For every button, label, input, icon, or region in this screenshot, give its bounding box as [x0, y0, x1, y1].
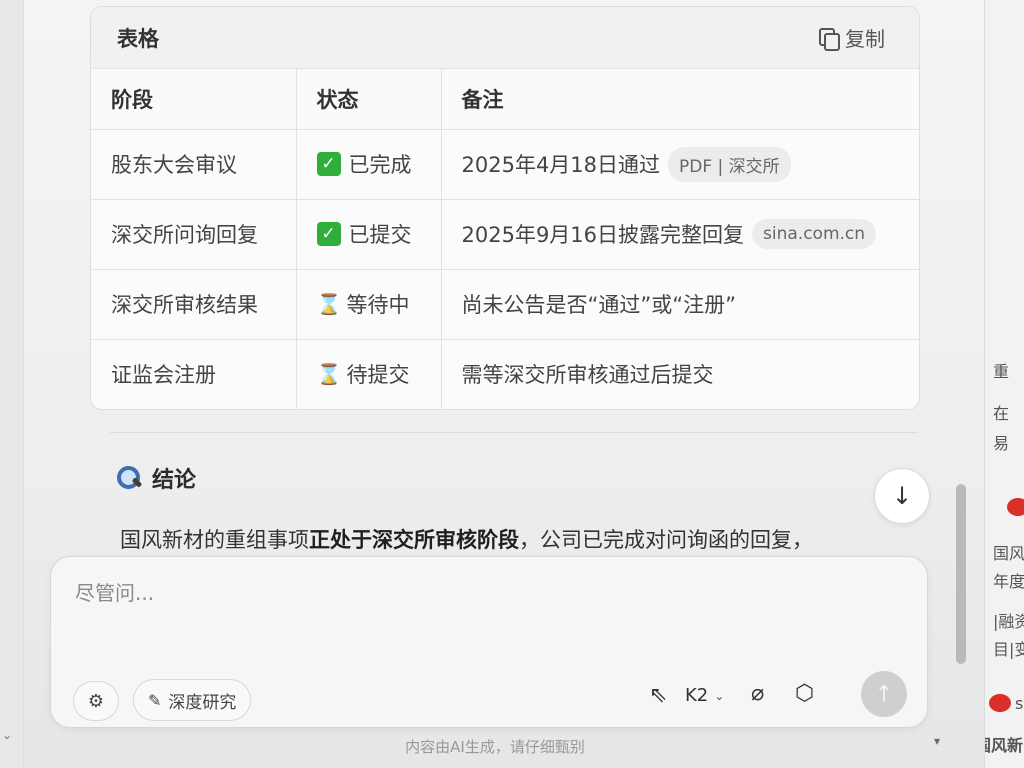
check-icon: ✓ — [316, 222, 341, 246]
panel-snippet: 易 — [993, 434, 1010, 453]
status-text: 已完成 — [348, 153, 412, 177]
panel-snippet: 目|变 — [993, 640, 1024, 659]
note-cell: 2025年4月18日通过 PDF | 深交所 — [441, 129, 919, 200]
right-side-panel: 重 在 易 国风 年度 |融资 目|变 s 国风新 — [984, 0, 1024, 768]
panel-snippet: |融资 — [993, 612, 1024, 631]
pen-icon: ✎ — [148, 690, 162, 710]
copy-button[interactable]: 复制 — [819, 23, 885, 52]
sliders-icon: ⚙ — [87, 690, 105, 712]
conclusion-text-bold: 正处于深交所审核阶段 — [309, 528, 519, 552]
chat-screen: ⌄ 表格 复制 阶段 状态 备注 股东大会审议 ✓ 已完成 2025年4月18日… — [0, 0, 1024, 768]
table-row: 深交所问询回复 ✓ 已提交 2025年9月16日披露完整回复 sina.com.… — [91, 199, 919, 270]
pointer-cursor-icon: ⇖ — [649, 683, 668, 708]
panel-snippet[interactable]: 国风 — [993, 540, 1024, 564]
source-chip[interactable]: sina.com.cn — [752, 219, 877, 249]
source-chip[interactable]: PDF | 深交所 — [668, 146, 791, 182]
stage-cell: 股东大会审议 — [91, 129, 297, 200]
stage-cell: 深交所问询回复 — [91, 199, 297, 270]
hourglass-icon: ⌛ — [316, 362, 342, 386]
table-header-row: 阶段 状态 备注 — [91, 69, 919, 130]
column-header-stage: 阶段 — [91, 69, 297, 130]
note-cell: 2025年9月16日披露完整回复 sina.com.cn — [441, 199, 919, 270]
chevron-down-icon: ⌄ — [714, 688, 725, 703]
weibo-icon — [989, 694, 1011, 712]
section-divider — [110, 432, 918, 433]
message-input-box: ⚙ ✎ 深度研究 ⇖ K2 ⌄ ⌀ ⬡ ↑ — [50, 556, 928, 728]
hourglass-icon: ⌛ — [316, 292, 342, 316]
status-cell: ✓ 已提交 — [296, 199, 442, 270]
send-button[interactable]: ↑ — [861, 671, 907, 717]
status-cell: ✓ 已完成 — [296, 129, 442, 200]
note-cell: 尚未公告是否“通过”或“注册” — [441, 269, 919, 340]
stage-table: 阶段 状态 备注 股东大会审议 ✓ 已完成 2025年4月18日通过 PDF |… — [91, 69, 919, 409]
weibo-icon — [1007, 498, 1024, 516]
table-row: 深交所审核结果 ⌛ 等待中 尚未公告是否“通过”或“注册” — [91, 269, 919, 340]
panel-snippet: 重 — [993, 362, 1010, 381]
stage-cell: 证监会注册 — [91, 339, 297, 409]
magnifier-icon — [116, 465, 142, 491]
note-text: 需等深交所审核通过后提交 — [461, 363, 714, 387]
status-cell: ⌛ 待提交 — [296, 339, 442, 409]
model-select[interactable]: K2 ⌄ — [685, 685, 724, 706]
copy-label: 复制 — [845, 27, 885, 51]
stage-cell: 深交所审核结果 — [91, 269, 297, 340]
deep-research-label: 深度研究 — [168, 692, 237, 713]
arrow-up-icon: ↑ — [874, 681, 894, 707]
status-text: 已提交 — [348, 223, 412, 247]
panel-snippet: s — [1015, 694, 1024, 713]
note-text: 2025年4月18日通过 — [461, 153, 661, 177]
table-card-title: 表格 — [117, 26, 159, 51]
chevron-down-icon[interactable]: ▾ — [934, 734, 940, 748]
cube-icon[interactable]: ⬡ — [795, 681, 814, 706]
ai-disclaimer: 内容由AI生成，请仔细甄别 — [405, 738, 585, 756]
column-header-status: 状态 — [296, 69, 442, 130]
model-label: K2 — [685, 685, 709, 706]
conclusion-heading: 结论 — [116, 462, 196, 494]
conclusion-title: 结论 — [152, 468, 197, 493]
table-row: 股东大会审议 ✓ 已完成 2025年4月18日通过 PDF | 深交所 — [91, 129, 919, 200]
conclusion-text-end: ，公司已完成对问询函的回复， — [519, 528, 813, 552]
left-sidebar-edge: ⌄ — [0, 0, 24, 768]
conclusion-paragraph: 国风新材的重组事项正处于深交所审核阶段，公司已完成对问询函的回复， — [120, 524, 910, 554]
deep-research-button[interactable]: ✎ 深度研究 — [133, 679, 252, 721]
status-cell: ⌛ 等待中 — [296, 269, 442, 340]
table-card: 表格 复制 阶段 状态 备注 股东大会审议 ✓ 已完成 2025年4月18日通过… — [90, 6, 920, 410]
panel-snippet[interactable]: 年度 — [993, 568, 1024, 592]
scrollbar[interactable] — [956, 484, 966, 664]
check-icon: ✓ — [316, 152, 341, 176]
table-row: 证监会注册 ⌛ 待提交 需等深交所审核通过后提交 — [91, 339, 919, 409]
panel-snippet: 在 — [993, 404, 1010, 423]
paperclip-icon[interactable]: ⌀ — [751, 681, 764, 706]
status-text: 待提交 — [346, 363, 410, 387]
scroll-to-bottom-button[interactable]: ↓ — [874, 468, 930, 524]
note-text: 尚未公告是否“通过”或“注册” — [461, 293, 737, 317]
message-input[interactable] — [75, 581, 775, 605]
tools-button[interactable]: ⚙ — [73, 681, 119, 721]
panel-snippet[interactable]: 国风新 — [985, 732, 1023, 756]
column-header-note: 备注 — [441, 69, 919, 130]
copy-icon — [819, 27, 840, 51]
conclusion-text-start: 国风新材的重组事项 — [120, 528, 309, 552]
note-text: 2025年9月16日披露完整回复 — [461, 223, 745, 247]
arrow-down-icon: ↓ — [891, 482, 913, 510]
note-cell: 需等深交所审核通过后提交 — [441, 339, 919, 409]
status-text: 等待中 — [346, 293, 410, 317]
table-card-header: 表格 复制 — [91, 7, 919, 69]
